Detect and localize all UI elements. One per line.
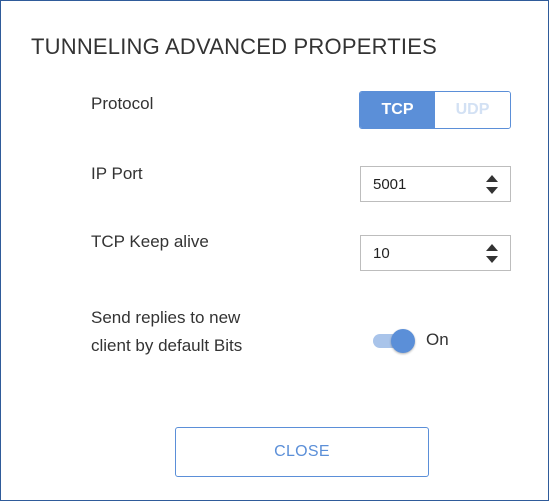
protocol-option-udp[interactable]: UDP bbox=[435, 92, 510, 128]
dialog-title: TUNNELING ADVANCED PROPERTIES bbox=[31, 34, 437, 59]
stepper-arrows[interactable] bbox=[486, 244, 498, 264]
send-replies-label-line2: client by default Bits bbox=[91, 336, 243, 355]
ip-port-stepper[interactable]: 5001 bbox=[360, 166, 511, 202]
protocol-label: Protocol bbox=[91, 94, 154, 113]
close-button[interactable]: CLOSE bbox=[175, 427, 429, 477]
ip-port-label: IP Port bbox=[91, 164, 143, 183]
toggle-thumb[interactable] bbox=[391, 329, 415, 353]
tcp-keep-alive-stepper[interactable]: 10 bbox=[360, 235, 511, 271]
tcp-keep-alive-value[interactable]: 10 bbox=[373, 245, 390, 262]
stepper-arrows[interactable] bbox=[486, 175, 498, 195]
send-replies-label-line1: Send replies to new bbox=[91, 308, 241, 327]
increment-arrow-icon[interactable] bbox=[486, 244, 498, 251]
tunneling-properties-dialog: TUNNELING ADVANCED PROPERTIES Protocol T… bbox=[0, 0, 549, 501]
increment-arrow-icon[interactable] bbox=[486, 175, 498, 182]
decrement-arrow-icon[interactable] bbox=[486, 256, 498, 263]
ip-port-value[interactable]: 5001 bbox=[373, 176, 406, 193]
send-replies-toggle[interactable] bbox=[373, 328, 415, 354]
protocol-segmented-control: TCP UDP bbox=[359, 91, 511, 129]
send-replies-label: Send replies to new client by default Bi… bbox=[91, 304, 331, 360]
protocol-option-tcp[interactable]: TCP bbox=[360, 92, 435, 128]
tcp-keep-alive-label: TCP Keep alive bbox=[91, 232, 209, 251]
decrement-arrow-icon[interactable] bbox=[486, 187, 498, 194]
toggle-state-label: On bbox=[426, 330, 449, 349]
